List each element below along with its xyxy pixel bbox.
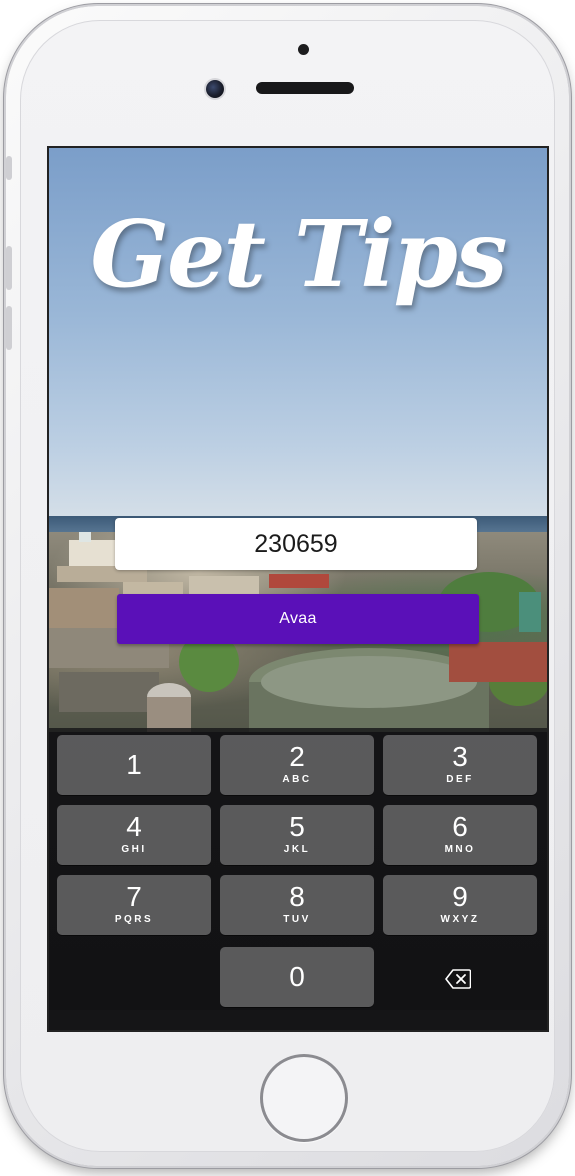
front-camera	[206, 80, 224, 98]
key-digit: 1	[126, 749, 142, 780]
home-indicator-area	[49, 1010, 547, 1030]
earpiece-speaker	[256, 82, 354, 94]
key-1[interactable]: 1	[57, 735, 211, 795]
key-digit: 8	[289, 881, 305, 912]
code-input[interactable]	[115, 518, 477, 570]
open-button[interactable]: Avaa	[117, 594, 479, 644]
delete-key[interactable]	[381, 951, 535, 1011]
key-2[interactable]: 2 ABC	[220, 735, 374, 795]
backspace-icon	[445, 969, 471, 989]
key-digit: 9	[452, 881, 468, 912]
key-4[interactable]: 4 GHI	[57, 805, 211, 865]
key-0[interactable]: 0	[220, 947, 374, 1007]
key-7[interactable]: 7 PQRS	[57, 875, 211, 935]
key-letters: GHI	[121, 844, 147, 855]
key-3[interactable]: 3 DEF	[383, 735, 537, 795]
key-5[interactable]: 5 JKL	[220, 805, 374, 865]
key-letters: ABC	[282, 774, 312, 785]
proximity-sensor	[298, 44, 309, 55]
key-digit: 0	[289, 961, 305, 992]
key-6[interactable]: 6 MNO	[383, 805, 537, 865]
volume-down-button	[6, 306, 12, 350]
home-button[interactable]	[260, 1054, 348, 1142]
key-letters: WXYZ	[440, 914, 480, 925]
key-letters: MNO	[444, 844, 476, 855]
key-digit: 2	[289, 741, 305, 772]
volume-up-button	[6, 246, 12, 290]
key-letters: JKL	[283, 844, 311, 855]
key-letters: PQRS	[114, 914, 154, 925]
key-digit: 7	[126, 881, 142, 912]
numeric-keypad: 1 2 ABC 3 DEF 4 GHI 5 JKL 6 MNO 7 PQRS 8…	[49, 728, 547, 1030]
key-digit: 6	[452, 811, 468, 842]
key-digit: 4	[126, 811, 142, 842]
key-digit: 5	[289, 811, 305, 842]
app-screen: Get Tips Avaa 1 2 ABC 3 DEF 4 GHI 5 JKL …	[49, 148, 547, 1030]
key-letters: TUV	[283, 914, 311, 925]
key-digit: 3	[452, 741, 468, 772]
key-8[interactable]: 8 TUV	[220, 875, 374, 935]
key-9[interactable]: 9 WXYZ	[383, 875, 537, 935]
key-letters: DEF	[446, 774, 474, 785]
mute-switch	[6, 156, 12, 180]
app-title: Get Tips	[90, 200, 507, 308]
